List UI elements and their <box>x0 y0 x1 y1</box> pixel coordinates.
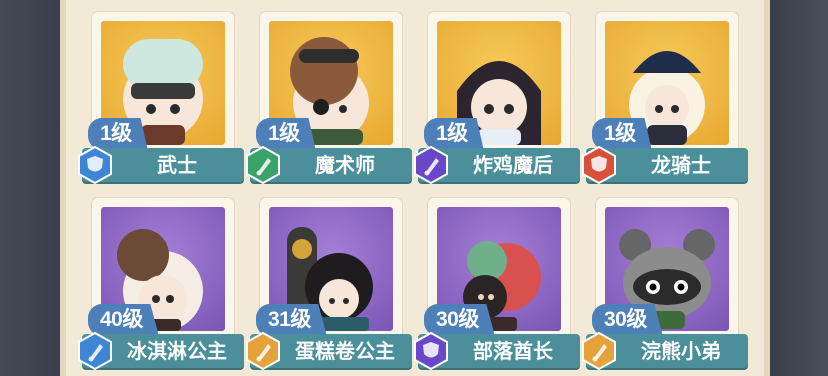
hero-name-bar: 部落酋长 <box>414 332 580 370</box>
hero-name-bar: 蛋糕卷公主 <box>246 332 412 370</box>
hero-name: 龙骑士 <box>651 153 711 177</box>
shield-icon <box>582 146 616 184</box>
hero-name: 武士 <box>157 153 197 177</box>
hero-card[interactable]: 30级 浣熊小弟 <box>582 196 750 370</box>
hero-card[interactable]: 40级 冰淇淋公主 <box>78 196 246 370</box>
hero-name: 冰淇淋公主 <box>127 339 227 363</box>
hero-card[interactable]: 31级 蛋糕卷公主 <box>246 196 414 370</box>
sword-icon <box>246 332 280 370</box>
sword-icon <box>582 332 616 370</box>
hero-name-bar: 魔术师 <box>246 146 412 184</box>
hero-name: 部落酋长 <box>473 339 553 363</box>
shield-icon <box>414 332 448 370</box>
hero-card[interactable]: 1级 炸鸡魔后 <box>414 10 582 184</box>
hero-name-bar: 炸鸡魔后 <box>414 146 580 184</box>
hero-name: 浣熊小弟 <box>641 339 721 363</box>
hero-card[interactable]: 1级 武士 <box>78 10 246 184</box>
hero-card[interactable]: 1级 魔术师 <box>246 10 414 184</box>
hero-card[interactable]: 1级 龙骑士 <box>582 10 750 184</box>
hero-name: 炸鸡魔后 <box>473 153 553 177</box>
left-frame <box>0 0 60 376</box>
hero-name: 魔术师 <box>315 153 375 177</box>
hero-name-bar: 冰淇淋公主 <box>78 332 244 370</box>
hero-grid: 1级 武士 1级 魔术师 1级 炸鸡魔后 1级 龙骑士 40级 冰淇淋公主 31级 蛋糕卷公主 30级部… <box>78 10 750 376</box>
hero-name-bar: 武士 <box>78 146 244 184</box>
right-frame <box>770 0 828 376</box>
hero-name-bar: 浣熊小弟 <box>582 332 748 370</box>
sword-icon <box>414 146 448 184</box>
sword-icon <box>246 146 280 184</box>
hero-card[interactable]: 30级 部落酋长 <box>414 196 582 370</box>
sword-icon <box>78 332 112 370</box>
shield-icon <box>78 146 112 184</box>
hero-name-bar: 龙骑士 <box>582 146 748 184</box>
hero-name: 蛋糕卷公主 <box>295 339 395 363</box>
